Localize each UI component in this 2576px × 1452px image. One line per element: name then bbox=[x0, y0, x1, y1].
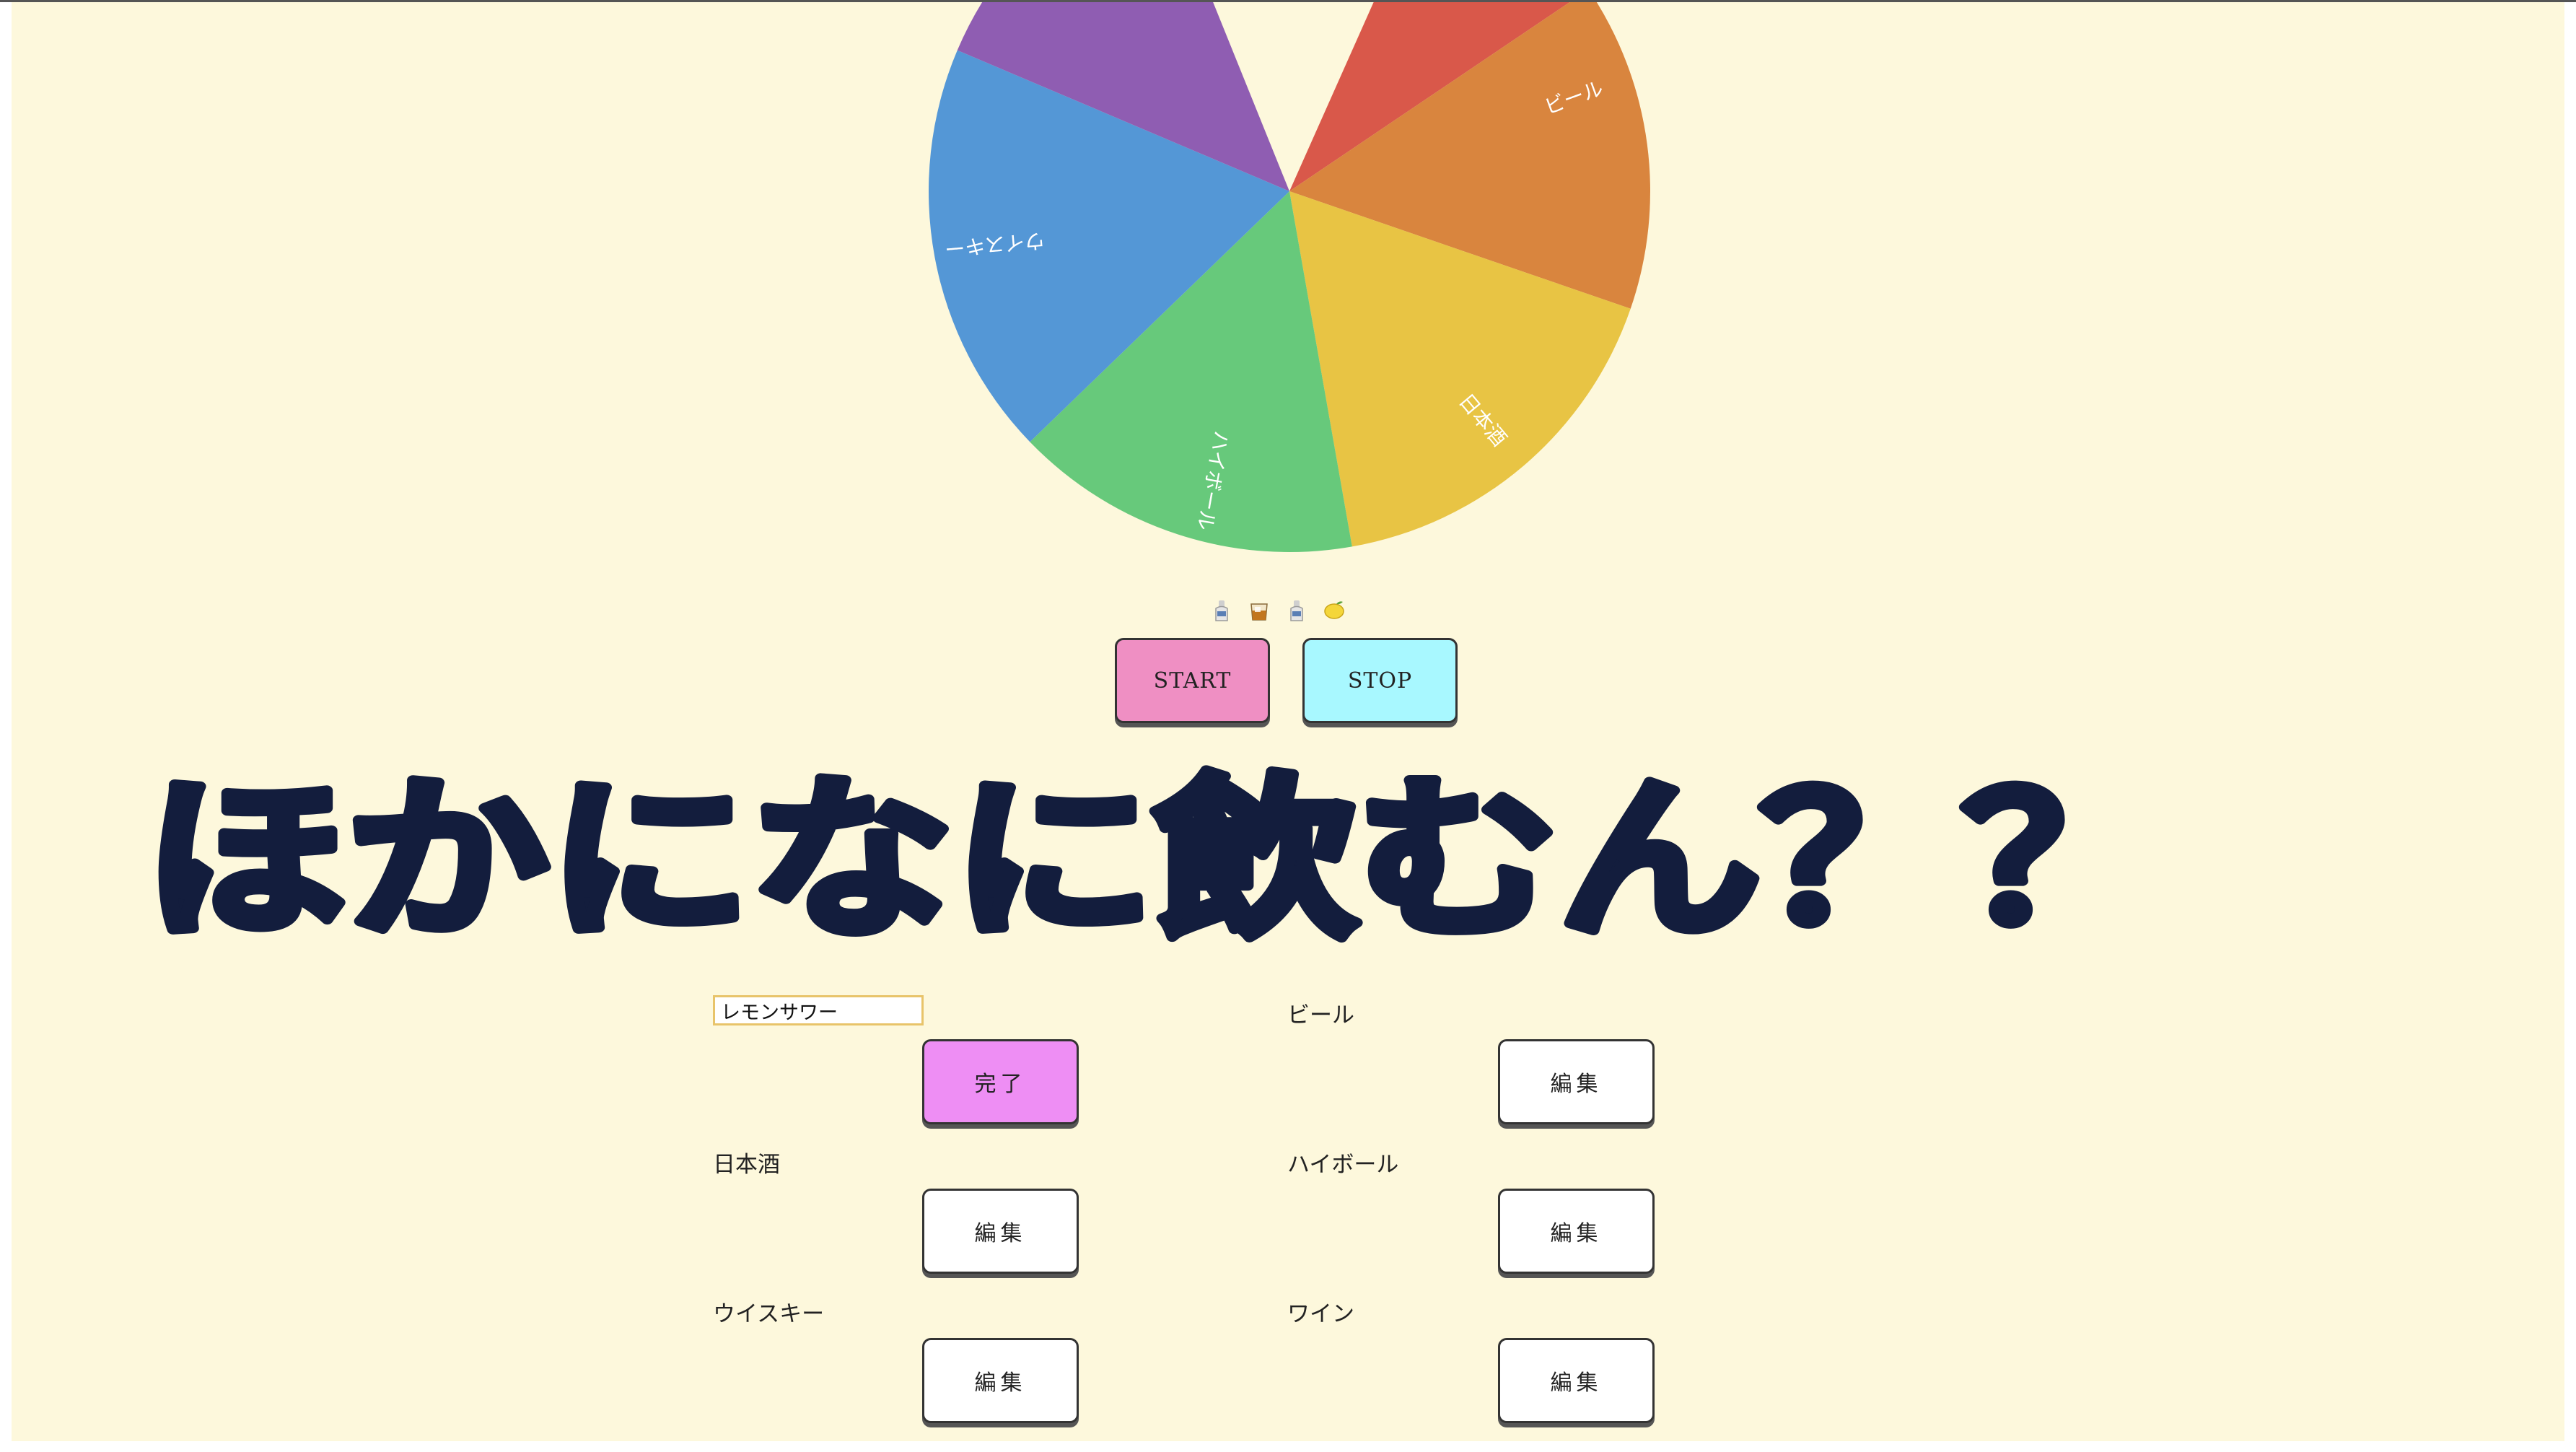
edit-button-wine[interactable]: 編集 bbox=[1498, 1338, 1655, 1423]
edit-button-beer[interactable]: 編集 bbox=[1498, 1039, 1655, 1124]
item-label-beer: ビール bbox=[1287, 1002, 1354, 1028]
item-label-highball: ハイボール bbox=[1287, 1152, 1399, 1178]
edit-button-whisky[interactable]: 編集 bbox=[922, 1338, 1079, 1423]
done-button[interactable]: 完了 bbox=[922, 1039, 1079, 1124]
item-label-whisky: ウイスキー bbox=[713, 1301, 825, 1327]
item-name-input[interactable] bbox=[713, 995, 924, 1025]
title-banner: ほかになに飲むん？？ bbox=[139, 754, 2170, 966]
stop-button[interactable]: STOP bbox=[1302, 638, 1458, 723]
lemon-icon bbox=[1324, 601, 1344, 619]
whisky-glass-icon bbox=[1250, 603, 1268, 621]
roulette-wheel: ビール日本酒ハイボールウイスキー bbox=[929, 2, 1651, 552]
item-label-sake: 日本酒 bbox=[713, 1152, 780, 1178]
sake-bottle-icon bbox=[1215, 600, 1228, 621]
page-title: ほかになに飲むん？？ bbox=[144, 759, 2165, 961]
edit-button-highball[interactable]: 編集 bbox=[1498, 1189, 1655, 1274]
edit-button-sake[interactable]: 編集 bbox=[922, 1189, 1079, 1274]
page-background: ビール日本酒ハイボールウイスキー START STOP ほかになに飲むん？？ 完… bbox=[12, 2, 2564, 1441]
start-button[interactable]: START bbox=[1115, 638, 1270, 723]
sake-bottle-icon bbox=[1290, 600, 1303, 621]
emoji-row bbox=[1209, 592, 1375, 629]
item-label-wine: ワイン bbox=[1287, 1301, 1354, 1327]
